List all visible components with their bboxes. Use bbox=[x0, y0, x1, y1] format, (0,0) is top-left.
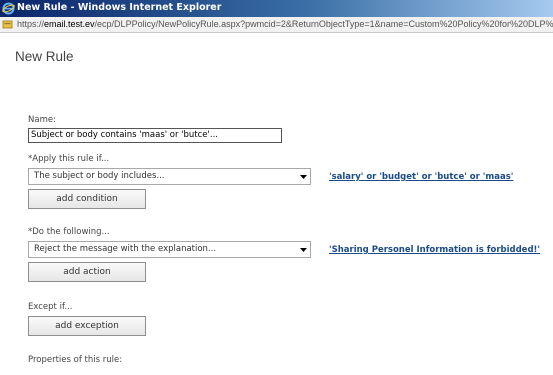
action-explanation-link[interactable]: 'Sharing Personel Information is forbidd… bbox=[329, 245, 540, 255]
window-titlebar: New Rule - Windows Internet Explorer bbox=[0, 0, 553, 17]
properties-label: Properties of this rule: bbox=[28, 355, 123, 365]
site-icon bbox=[2, 20, 13, 29]
url-path: /ecp/DLPPolicy/NewPolicyRule.aspx?pwmcid… bbox=[94, 19, 553, 29]
dropdown-arrow-icon bbox=[300, 175, 307, 179]
add-action-button[interactable]: add action bbox=[28, 262, 146, 282]
except-if-label: Except if... bbox=[28, 302, 73, 312]
dropdown-arrow-icon bbox=[300, 248, 307, 252]
url-prefix: https:// bbox=[17, 19, 45, 29]
action-select[interactable]: Reject the message with the explanation.… bbox=[28, 241, 311, 258]
apply-rule-label: *Apply this rule if... bbox=[28, 154, 110, 164]
page-title: New Rule bbox=[15, 49, 74, 64]
condition-select[interactable]: The subject or body includes... bbox=[28, 168, 311, 185]
add-condition-button[interactable]: add condition bbox=[28, 189, 146, 209]
action-select-value: Reject the message with the explanation.… bbox=[34, 244, 217, 254]
condition-words-link[interactable]: 'salary' or 'budget' or 'butce' or 'maas… bbox=[329, 172, 513, 182]
url-host: email.test.ev bbox=[44, 19, 95, 29]
do-following-label: *Do the following... bbox=[28, 227, 110, 237]
window-title: New Rule - Windows Internet Explorer bbox=[17, 2, 222, 13]
name-label: Name: bbox=[28, 115, 56, 125]
internet-explorer-icon bbox=[2, 2, 15, 15]
address-url[interactable]: https://email.test.ev/ecp/DLPPolicy/NewP… bbox=[17, 19, 553, 29]
condition-select-value: The subject or body includes... bbox=[34, 171, 165, 181]
name-field[interactable]: Subject or body contains 'maas' or 'butc… bbox=[28, 128, 282, 143]
add-exception-button[interactable]: add exception bbox=[28, 316, 146, 336]
address-bar[interactable]: https://email.test.ev/ecp/DLPPolicy/NewP… bbox=[0, 17, 553, 33]
